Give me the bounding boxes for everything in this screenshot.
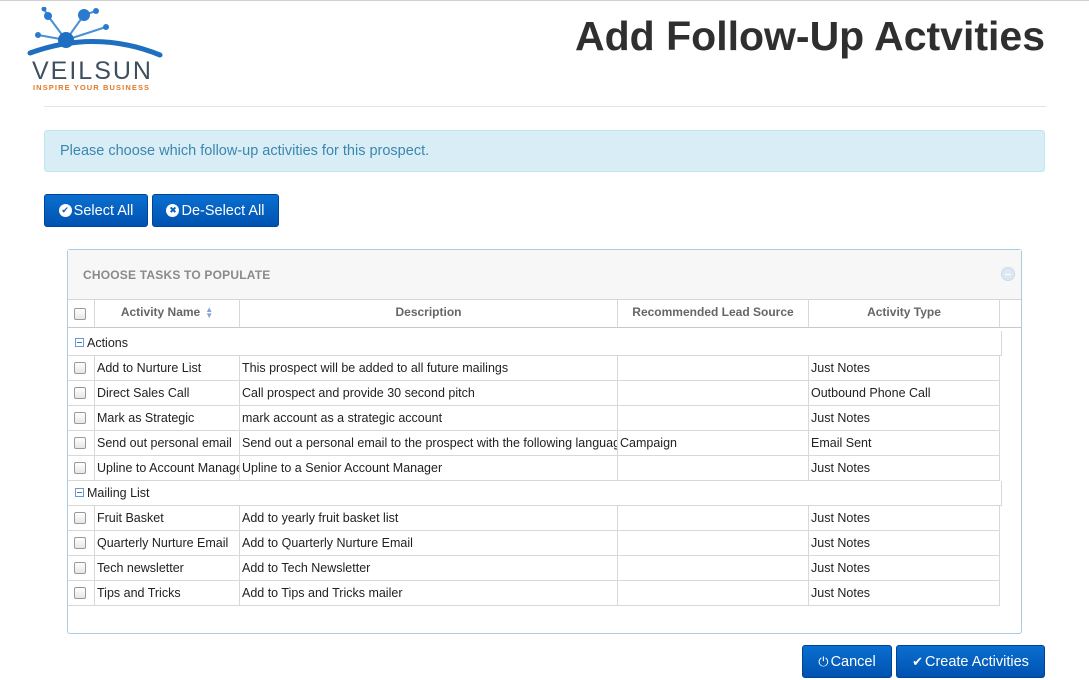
activity-description: Add to yearly fruit basket list bbox=[240, 506, 618, 531]
create-activities-button[interactable]: ✔ Create Activities bbox=[896, 645, 1045, 678]
select-all-label: Select All bbox=[73, 202, 134, 219]
group-row-mailing-list[interactable]: Mailing List bbox=[68, 481, 1002, 506]
row-checkbox[interactable] bbox=[74, 562, 86, 574]
veilsun-logo: VEILSUN INSPIRE YOUR BUSINESS bbox=[26, 7, 166, 93]
minus-square-icon[interactable] bbox=[75, 488, 84, 497]
table-row[interactable]: Tips and Tricks Add to Tips and Tricks m… bbox=[68, 581, 1000, 606]
activity-name: Tech newsletter bbox=[95, 556, 240, 581]
table-row[interactable]: Send out personal email Send out a perso… bbox=[68, 431, 1000, 456]
column-header-activity-type[interactable]: Activity Type bbox=[809, 300, 1000, 328]
info-alert: Please choose which follow-up activities… bbox=[44, 130, 1045, 172]
column-header-description[interactable]: Description bbox=[240, 300, 618, 328]
activity-name: Quarterly Nurture Email bbox=[95, 531, 240, 556]
table-row[interactable]: Tech newsletter Add to Tech Newsletter J… bbox=[68, 556, 1000, 581]
activity-type: Just Notes bbox=[809, 581, 1000, 606]
activity-name: Direct Sales Call bbox=[95, 381, 240, 406]
select-all-button[interactable]: ✔ Select All bbox=[44, 194, 148, 227]
table-row[interactable]: Upline to Account Manage Upline to a Sen… bbox=[68, 456, 1000, 481]
activity-name: Send out personal email bbox=[95, 431, 240, 456]
logo-wordmark: VEILSUN bbox=[32, 57, 153, 85]
select-all-checkbox[interactable] bbox=[74, 308, 86, 320]
group-row-actions[interactable]: Actions bbox=[68, 331, 1002, 356]
row-checkbox[interactable] bbox=[74, 412, 86, 424]
activity-type: Email Sent bbox=[809, 431, 1000, 456]
activity-type: Just Notes bbox=[809, 556, 1000, 581]
panel-title: CHOOSE TASKS TO POPULATE bbox=[83, 268, 271, 282]
grid-header-row: Activity Name ▲ ▼ Description Recommended … bbox=[68, 300, 1021, 328]
activity-name: Add to Nurture List bbox=[95, 356, 240, 381]
collapse-icon[interactable] bbox=[1001, 267, 1015, 281]
column-header-lead-source[interactable]: Recommended Lead Source bbox=[618, 300, 809, 328]
header-divider bbox=[44, 106, 1046, 107]
activity-lead-source bbox=[618, 581, 809, 606]
deselect-all-button[interactable]: ✖ De-Select All bbox=[152, 194, 279, 227]
activity-description: mark account as a strategic account bbox=[240, 406, 618, 431]
power-icon: ⏻ bbox=[818, 653, 829, 669]
activity-description: Add to Tips and Tricks mailer bbox=[240, 581, 618, 606]
activity-lead-source bbox=[618, 356, 809, 381]
activity-lead-source bbox=[618, 406, 809, 431]
group-label: Mailing List bbox=[87, 486, 150, 500]
activity-lead-source bbox=[618, 531, 809, 556]
tasks-panel: CHOOSE TASKS TO POPULATE Activity Name ▲ ▼… bbox=[67, 249, 1022, 634]
create-activities-label: Create Activities bbox=[924, 653, 1029, 670]
check-circle-icon: ✔ bbox=[58, 204, 72, 217]
row-checkbox[interactable] bbox=[74, 387, 86, 399]
activity-description: Add to Quarterly Nurture Email bbox=[240, 531, 618, 556]
activity-name: Upline to Account Manage bbox=[95, 456, 240, 481]
table-row[interactable]: Quarterly Nurture Email Add to Quarterly… bbox=[68, 531, 1000, 556]
panel-header: CHOOSE TASKS TO POPULATE bbox=[68, 250, 1021, 300]
column-header-activity-name[interactable]: Activity Name ▲ ▼ bbox=[95, 300, 240, 328]
activity-name: Mark as Strategic bbox=[95, 406, 240, 431]
activity-type: Just Notes bbox=[809, 506, 1000, 531]
header-checkbox-cell bbox=[68, 300, 95, 328]
activity-type: Just Notes bbox=[809, 356, 1000, 381]
activity-name: Tips and Tricks bbox=[95, 581, 240, 606]
row-checkbox[interactable] bbox=[74, 362, 86, 374]
table-row[interactable]: Direct Sales Call Call prospect and prov… bbox=[68, 381, 1000, 406]
cancel-label: Cancel bbox=[830, 653, 876, 670]
activity-type: Just Notes bbox=[809, 531, 1000, 556]
activity-type: Outbound Phone Call bbox=[809, 381, 1000, 406]
activity-lead-source bbox=[618, 506, 809, 531]
row-checkbox[interactable] bbox=[74, 462, 86, 474]
table-row[interactable]: Add to Nurture List This prospect will b… bbox=[68, 356, 1000, 381]
activity-description: Add to Tech Newsletter bbox=[240, 556, 618, 581]
deselect-all-label: De-Select All bbox=[181, 202, 265, 219]
activity-name: Fruit Basket bbox=[95, 506, 240, 531]
activity-description: Send out a personal email to the prospec… bbox=[240, 431, 618, 456]
activity-lead-source: Campaign bbox=[618, 431, 809, 456]
activity-lead-source bbox=[618, 456, 809, 481]
group-label: Actions bbox=[87, 336, 128, 350]
row-checkbox[interactable] bbox=[74, 437, 86, 449]
activity-type: Just Notes bbox=[809, 456, 1000, 481]
activity-description: This prospect will be added to all futur… bbox=[240, 356, 618, 381]
page-title: Add Follow-Up Actvities bbox=[575, 13, 1045, 59]
checkmark-icon: ✔ bbox=[912, 653, 923, 669]
x-circle-icon: ✖ bbox=[166, 204, 180, 217]
activity-lead-source bbox=[618, 556, 809, 581]
activity-lead-source bbox=[618, 381, 809, 406]
activity-description: Call prospect and provide 30 second pitc… bbox=[240, 381, 618, 406]
sort-icon: ▲ ▼ bbox=[205, 304, 214, 320]
table-row[interactable]: Mark as Strategic mark account as a stra… bbox=[68, 406, 1000, 431]
activity-description: Upline to a Senior Account Manager bbox=[240, 456, 618, 481]
minus-square-icon[interactable] bbox=[75, 338, 84, 347]
table-row[interactable]: Fruit Basket Add to yearly fruit basket … bbox=[68, 506, 1000, 531]
column-header-spacer bbox=[1000, 300, 1021, 328]
activity-type: Just Notes bbox=[809, 406, 1000, 431]
cancel-button[interactable]: ⏻ Cancel bbox=[802, 645, 892, 678]
row-checkbox[interactable] bbox=[74, 537, 86, 549]
row-checkbox[interactable] bbox=[74, 587, 86, 599]
row-checkbox[interactable] bbox=[74, 512, 86, 524]
logo-tagline: INSPIRE YOUR BUSINESS bbox=[33, 83, 151, 92]
